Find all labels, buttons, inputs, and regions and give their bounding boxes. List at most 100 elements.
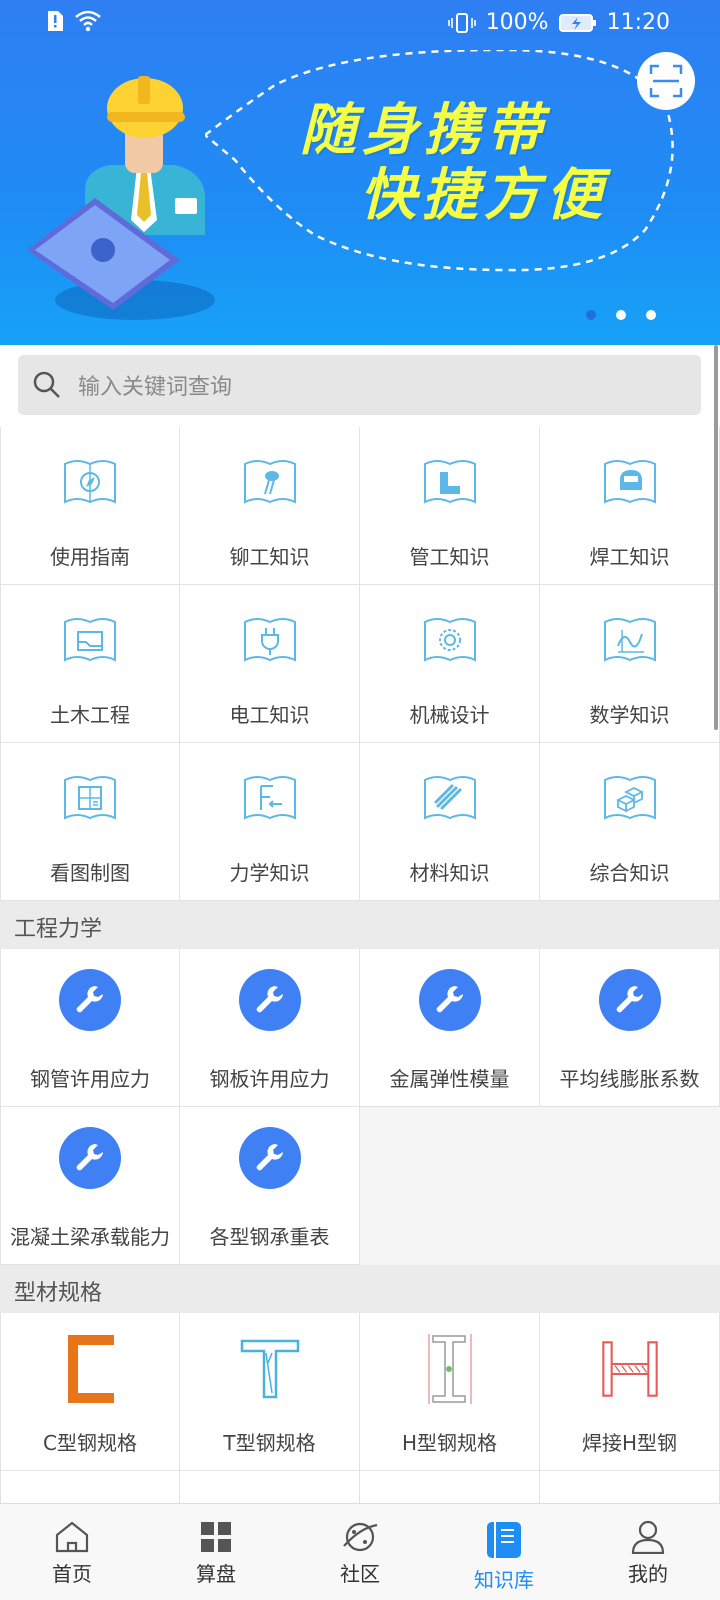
category-materials[interactable]: 材料知识 [360,743,540,901]
tool-thermal-expansion[interactable]: 平均线膨胀系数 [540,949,720,1107]
gear-book-icon [423,618,476,662]
category-label: 电工知识 [229,703,310,727]
math-book-icon [603,618,656,662]
banner-pagination[interactable] [586,310,656,320]
tool-concrete-beam-capacity[interactable]: 混凝土梁承载能力 [0,1107,180,1265]
tool-steel-plate-stress[interactable]: 钢板许用应力 [180,949,360,1107]
search-area: 输入关键词查询 [0,345,720,427]
tool-label: 金属弹性模量 [389,1067,510,1091]
banner-dot-1[interactable] [586,310,596,320]
category-label: 铆工知识 [229,545,310,569]
search-input[interactable]: 输入关键词查询 [18,355,701,415]
rivet-book-icon [243,460,296,504]
user-icon [631,1520,665,1554]
c-channel-icon [68,1335,114,1403]
clock: 11:20 [606,10,670,35]
category-usage-guide[interactable]: 使用指南 [0,427,180,585]
category-drawing[interactable]: 看图制图 [0,743,180,901]
bottom-navigation: 首页 算盘 社区 知识库 我的 [0,1503,720,1600]
category-civil[interactable]: 土木工程 [0,585,180,743]
profile-h-beam[interactable]: H型钢规格 [360,1313,540,1471]
wrench-icon [59,1127,121,1189]
welding-mask-book-icon [603,460,656,504]
nav-me[interactable]: 我的 [576,1504,720,1600]
home-icon [55,1521,89,1553]
category-label: 机械设计 [409,703,490,727]
tool-steel-pipe-stress[interactable]: 钢管许用应力 [0,949,180,1107]
category-pipefitting[interactable]: 管工知识 [360,427,540,585]
battery-percent: 100% [485,10,549,35]
nav-knowledge-base[interactable]: 知识库 [432,1504,576,1600]
pipe-book-icon [423,460,476,504]
tool-metal-elastic-modulus[interactable]: 金属弹性模量 [360,949,540,1107]
profile-welded-h-beam[interactable]: 焊接H型钢 [540,1313,720,1471]
nav-abacus[interactable]: 算盘 [144,1504,288,1600]
search-placeholder: 输入关键词查询 [78,375,233,400]
wrench-icon [238,1127,301,1189]
nav-label: 我的 [628,1562,668,1586]
category-welding[interactable]: 焊工知识 [540,427,720,585]
category-math[interactable]: 数学知识 [540,585,720,743]
profile-c-channel[interactable]: C型钢规格 [0,1313,180,1471]
nav-label: 算盘 [196,1562,236,1586]
category-label: 综合知识 [589,861,670,885]
profile-t-beam[interactable]: T型钢规格 [180,1313,360,1471]
force-book-icon [243,776,296,820]
grid-icon [201,1522,231,1552]
category-label: 数学知识 [589,703,670,727]
compass-book-icon [64,460,116,504]
knowledge-category-grid: 使用指南 铆工知识 管工知识 焊工知识 土木工程 电工知识 机械设计 数学知识 … [0,427,720,901]
category-mechanical-design[interactable]: 机械设计 [360,585,540,743]
tool-label: 钢管许用应力 [30,1067,150,1091]
t-beam-icon [240,1339,299,1399]
category-riveting[interactable]: 铆工知识 [180,427,360,585]
top-banner[interactable]: 100% 11:20 随身携带 快捷方便 [0,0,720,345]
category-general[interactable]: 综合知识 [540,743,720,901]
vibrate-icon [447,12,476,33]
profile-label: 焊接H型钢 [581,1431,678,1455]
tool-steel-load-table[interactable]: 各型钢承重表 [180,1107,360,1265]
wifi-icon [75,10,101,32]
category-mechanics[interactable]: 力学知识 [180,743,360,901]
section-header-engineering-mechanics: 工程力学 [0,901,720,949]
profile-label: C型钢规格 [43,1431,137,1455]
wrench-icon [418,969,481,1031]
h-beam-drawing-icon [428,1334,471,1404]
section-header-profile-specs: 型材规格 [0,1265,720,1313]
tool-label: 平均线膨胀系数 [559,1067,700,1091]
scrollbar[interactable] [714,345,718,730]
empty-cell [360,1107,540,1265]
tool-label: 混凝土梁承载能力 [10,1225,170,1249]
tool-label: 钢板许用应力 [209,1067,330,1091]
search-icon [33,371,60,398]
category-label: 力学知识 [229,861,310,885]
profile-label: T型钢规格 [223,1431,316,1455]
category-label: 焊工知识 [589,545,670,569]
welded-h-beam-icon [601,1341,658,1397]
category-label: 看图制图 [50,861,130,885]
profile-label: H型钢规格 [401,1431,498,1455]
nav-label: 首页 [52,1562,92,1586]
drawing-book-icon [64,776,116,820]
status-bar: 100% 11:20 [0,0,720,48]
battery-charging-icon [558,13,596,32]
category-label: 管工知识 [409,545,490,569]
nav-label: 知识库 [474,1568,534,1592]
category-label: 材料知识 [409,861,490,885]
nav-home[interactable]: 首页 [0,1504,144,1600]
wrench-icon [59,969,121,1031]
scan-button[interactable] [637,52,695,110]
category-label: 使用指南 [50,545,130,569]
engineering-mechanics-grid: 钢管许用应力 钢板许用应力 金属弹性模量 平均线膨胀系数 混凝土梁承载能力 各型… [0,949,720,1265]
tool-label: 各型钢承重表 [209,1225,330,1249]
wrench-icon [598,969,661,1031]
book-icon [487,1522,521,1558]
nav-community[interactable]: 社区 [288,1504,432,1600]
category-electrician[interactable]: 电工知识 [180,585,360,743]
banner-slogan-line2: 快捷方便 [360,163,608,228]
banner-dot-3[interactable] [646,310,656,320]
civil-book-icon [64,618,116,662]
planet-icon [343,1522,378,1552]
category-label: 土木工程 [50,703,130,727]
banner-dot-2[interactable] [616,310,626,320]
